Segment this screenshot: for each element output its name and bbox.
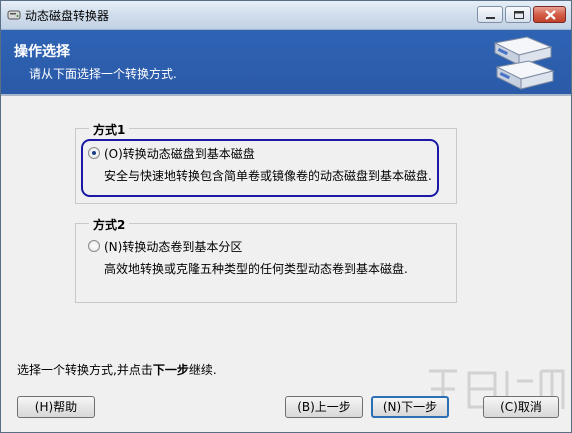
radio-selected-dot <box>92 151 96 155</box>
dialog-window: 动态磁盘转换器 操作选择 请从下面选择一个转换方式. 方式1 (O)转换动态磁盘… <box>0 0 572 433</box>
option-1-radio[interactable] <box>88 147 100 159</box>
instruction-text: 选择一个转换方式,并点击下一步继续. <box>17 361 217 378</box>
instruction-bold: 下一步 <box>152 363 189 377</box>
header-banner: 操作选择 请从下面选择一个转换方式. <box>1 30 571 94</box>
instruction-prefix: 选择一个转换方式,并点击 <box>17 363 153 377</box>
header-separator <box>1 94 571 96</box>
close-icon <box>545 10 556 20</box>
minimize-icon <box>486 17 495 19</box>
back-button[interactable]: (B)上一步 <box>285 396 363 418</box>
maximize-button[interactable] <box>505 6 531 23</box>
window-title: 动态磁盘转换器 <box>25 9 110 23</box>
minimize-button[interactable] <box>477 6 503 23</box>
maximize-icon <box>514 11 524 19</box>
help-button[interactable]: (H)帮助 <box>17 396 95 418</box>
option-2-label[interactable]: (N)转换动态卷到基本分区 <box>104 238 242 255</box>
option-2-radio[interactable] <box>88 240 100 252</box>
title-bar[interactable]: 动态磁盘转换器 <box>1 1 571 30</box>
option-group-2-label: 方式2 <box>89 216 130 233</box>
cancel-button[interactable]: (C)取消 <box>483 396 559 418</box>
page-title: 操作选择 <box>14 44 70 60</box>
instruction-suffix: 继续. <box>188 363 217 377</box>
option-2-description: 高效地转换或克隆五种类型的任何类型动态卷到基本磁盘. <box>104 262 408 276</box>
close-button[interactable] <box>533 6 566 23</box>
app-disk-icon <box>7 10 21 20</box>
option-1-description: 安全与快速地转换包含简单卷或镜像卷的动态磁盘到基本磁盘. <box>104 169 432 183</box>
option-1-label[interactable]: (O)转换动态磁盘到基本磁盘 <box>104 145 255 162</box>
disk-drives-icon <box>493 36 555 90</box>
page-subtitle: 请从下面选择一个转换方式. <box>29 67 177 81</box>
next-button[interactable]: (N)下一步 <box>371 396 449 418</box>
option-group-1-label: 方式1 <box>89 121 130 138</box>
